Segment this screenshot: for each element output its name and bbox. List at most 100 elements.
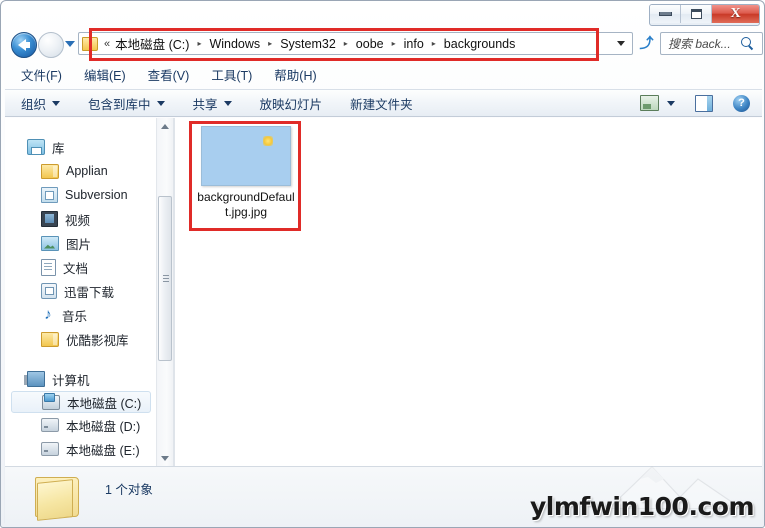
folder-front-shape <box>37 479 73 521</box>
organize-label: 组织 <box>21 97 47 112</box>
navigation-pane: 库 Applian Subversion 视频 图片 文档 迅雷下载 ♪ 音乐 … <box>5 118 173 466</box>
sidebar-item-local-disk-c[interactable]: 本地磁盘 (C:) <box>11 391 151 413</box>
sidebar-item-label: 迅雷下载 <box>64 285 115 300</box>
sidebar-item-music[interactable]: ♪ 音乐 <box>5 303 158 327</box>
maximize-button[interactable] <box>681 5 712 23</box>
sidebar-item-local-disk-e[interactable]: 本地磁盘 (E:) <box>5 437 158 461</box>
back-button[interactable] <box>11 32 37 58</box>
breadcrumb-separator-icon[interactable]: ▸ <box>392 39 396 48</box>
sidebar-item-documents[interactable]: 文档 <box>5 255 158 279</box>
menu-item-view[interactable]: 查看(V) <box>148 65 190 84</box>
breadcrumb-item-0[interactable]: 本地磁盘 (C:) <box>114 33 190 54</box>
help-icon[interactable]: ? <box>733 94 750 112</box>
system-drive-icon <box>42 392 60 410</box>
library-icon <box>27 139 45 155</box>
menu-item-tools[interactable]: 工具(T) <box>211 65 252 84</box>
chevron-down-icon[interactable] <box>667 100 675 106</box>
file-list-pane[interactable]: backgroundDefault.jpg.jpg <box>175 118 762 466</box>
breadcrumb-separator-icon[interactable]: ▸ <box>432 39 436 48</box>
breadcrumb-item-4[interactable]: info <box>403 36 425 52</box>
sidebar-item-libraries[interactable]: 库 <box>5 135 158 159</box>
list-item[interactable]: backgroundDefault.jpg.jpg <box>197 126 295 220</box>
organize-button[interactable]: 组织 <box>21 94 61 113</box>
sidebar-item-videos[interactable]: 视频 <box>5 207 158 231</box>
menu-item-edit[interactable]: 编辑(E) <box>84 65 126 84</box>
sidebar-item-label: 计算机 <box>52 373 90 388</box>
minimize-button[interactable] <box>650 5 681 23</box>
title-bar: X <box>2 2 765 28</box>
folder-icon <box>35 473 81 521</box>
file-thumbnail <box>201 126 291 186</box>
menu-item-file[interactable]: 文件(F) <box>21 65 62 84</box>
scroll-up-icon[interactable] <box>157 118 173 134</box>
breadcrumb-overflow-icon[interactable]: « <box>104 38 110 50</box>
sidebar-item-computer[interactable]: 计算机 <box>5 367 158 391</box>
breadcrumb-separator-icon[interactable]: ▸ <box>344 39 348 48</box>
sidebar-item-local-disk-d[interactable]: 本地磁盘 (D:) <box>5 413 158 437</box>
scrollbar-grip-icon <box>163 274 169 283</box>
slideshow-label: 放映幻灯片 <box>259 97 323 112</box>
scroll-down-icon[interactable] <box>157 450 173 466</box>
close-button[interactable]: X <box>712 5 759 23</box>
history-dropdown-icon[interactable] <box>65 41 75 47</box>
search-input[interactable]: 搜索 back... <box>668 35 740 52</box>
toolbar-right-group: ? <box>640 94 762 112</box>
sidebar-item-label: Subversion <box>65 188 128 202</box>
file-name-label: backgroundDefault.jpg.jpg <box>197 190 295 219</box>
documents-icon <box>41 258 56 276</box>
sidebar-item-thunder-download[interactable]: 迅雷下载 <box>5 279 158 303</box>
breadcrumb-item-2[interactable]: System32 <box>279 36 337 52</box>
breadcrumb-separator-icon[interactable]: ▸ <box>197 39 201 48</box>
sidebar-item-label: 库 <box>52 141 65 156</box>
sidebar-item-label: 本地磁盘 (E:) <box>66 443 140 458</box>
back-arrow-tail-icon <box>25 42 30 48</box>
menu-item-help[interactable]: 帮助(H) <box>274 65 316 84</box>
navigation-pane-scrollbar[interactable] <box>156 118 173 466</box>
sidebar-item-label: 本地磁盘 (D:) <box>66 419 141 434</box>
maximize-icon <box>690 9 702 19</box>
close-icon: X <box>730 6 741 21</box>
minimize-icon <box>658 12 672 16</box>
window-controls: X <box>649 4 760 26</box>
sidebar-item-label: 音乐 <box>62 309 88 324</box>
sun-icon <box>263 136 273 146</box>
forward-button[interactable] <box>38 32 64 58</box>
new-folder-button[interactable]: 新建文件夹 <box>350 94 413 113</box>
folder-icon <box>41 163 59 179</box>
drive-icon <box>41 418 59 432</box>
nav-group-spacer <box>5 351 158 367</box>
pictures-icon <box>41 235 59 251</box>
address-dropdown-icon[interactable] <box>617 41 625 46</box>
computer-icon <box>24 371 45 387</box>
include-in-library-button[interactable]: 包含到库中 <box>88 94 165 113</box>
scroll-up-triangle <box>161 123 169 129</box>
breadcrumb-item-3[interactable]: oobe <box>355 36 385 52</box>
breadcrumb-separator-icon[interactable]: ▸ <box>268 39 272 48</box>
menu-bar: 文件(F) 编辑(E) 查看(V) 工具(T) 帮助(H) <box>5 63 762 85</box>
new-folder-label: 新建文件夹 <box>350 97 413 112</box>
preview-pane-icon[interactable] <box>695 94 713 112</box>
status-item-count: 1 个对象 <box>105 483 153 497</box>
breadcrumb-item-5[interactable]: backgrounds <box>443 36 517 52</box>
sidebar-item-applian[interactable]: Applian <box>5 159 158 183</box>
search-box[interactable]: 搜索 back... <box>660 32 763 55</box>
sidebar-item-label: 本地磁盘 (C:) <box>67 396 142 411</box>
scrollbar-thumb[interactable] <box>158 196 172 361</box>
address-bar[interactable]: « 本地磁盘 (C:) ▸ Windows ▸ System32 ▸ oobe … <box>78 32 633 55</box>
change-view-icon[interactable] <box>640 95 659 111</box>
command-toolbar: 组织 包含到库中 共享 放映幻灯片 新建文件夹 ? <box>5 89 762 117</box>
videos-icon <box>41 211 58 227</box>
sidebar-item-youku-library[interactable]: 优酷影视库 <box>5 327 158 351</box>
sidebar-item-label: Applian <box>66 164 108 178</box>
sidebar-item-pictures[interactable]: 图片 <box>5 231 158 255</box>
slideshow-button[interactable]: 放映幻灯片 <box>260 94 323 113</box>
search-icon[interactable] <box>740 36 756 52</box>
sidebar-item-label: 优酷影视库 <box>66 333 129 348</box>
chevron-down-icon <box>223 100 232 106</box>
sidebar-item-subversion[interactable]: Subversion <box>5 183 158 207</box>
share-button[interactable]: 共享 <box>193 94 232 113</box>
breadcrumb-item-1[interactable]: Windows <box>208 36 261 52</box>
folder-icon <box>41 331 59 347</box>
refresh-icon[interactable]: ⤴ <box>638 35 655 52</box>
include-in-library-label: 包含到库中 <box>88 97 151 112</box>
